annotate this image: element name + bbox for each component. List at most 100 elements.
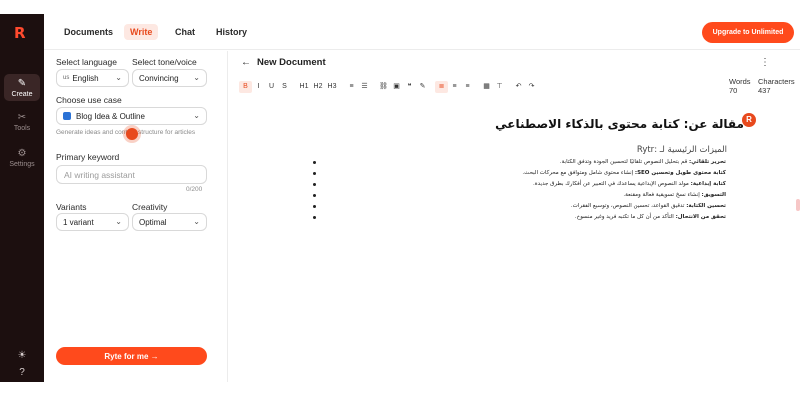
tab-history[interactable]: History bbox=[210, 24, 253, 40]
tone-select[interactable]: Convincing ⌄ bbox=[132, 69, 207, 87]
tab-write[interactable]: Write bbox=[124, 24, 159, 40]
gear-icon: ⚙ bbox=[17, 148, 27, 159]
rytr-avatar: R bbox=[742, 113, 756, 127]
tone-label: Select tone/voice bbox=[132, 57, 197, 67]
list-bullet bbox=[313, 183, 316, 186]
rail-item-tools[interactable]: ✂ Tools bbox=[4, 112, 40, 132]
top-navigation: Documents Write Chat History Upgrade to … bbox=[44, 14, 800, 50]
keyword-input[interactable]: AI writing assistant bbox=[56, 165, 207, 184]
language-value: English bbox=[72, 73, 99, 83]
feature-term: كتابة إبداعية: bbox=[690, 181, 726, 187]
more-options-icon[interactable]: ⋮ bbox=[760, 57, 770, 68]
word-count: Words 70 bbox=[729, 77, 751, 95]
words-label: Words bbox=[729, 77, 751, 86]
chevron-down-icon: ⌄ bbox=[193, 217, 200, 226]
creativity-label: Creativity bbox=[132, 202, 168, 212]
align-left-icon[interactable]: ≣ bbox=[435, 81, 448, 93]
language-select[interactable]: us English ⌄ bbox=[56, 69, 129, 87]
align-center-icon[interactable]: ≡ bbox=[448, 81, 461, 93]
article-heading[interactable]: مقالة عن: كتابة محتوى بالذكاء الاصطناعي bbox=[495, 117, 744, 131]
rytr-logo[interactable]: R bbox=[14, 24, 26, 42]
chevron-down-icon: ⌄ bbox=[115, 217, 122, 226]
list-bullet bbox=[313, 161, 316, 164]
usecase-select[interactable]: Blog Idea & Outline ⌄ bbox=[56, 107, 207, 125]
list-bullet bbox=[313, 172, 316, 175]
characters-value: 437 bbox=[758, 86, 771, 95]
theme-toggle-icon[interactable]: ☀ bbox=[0, 350, 44, 361]
tools-icon: ✂ bbox=[17, 112, 27, 123]
bold-button[interactable]: B bbox=[239, 81, 252, 93]
tab-documents[interactable]: Documents bbox=[58, 24, 119, 40]
redo-icon[interactable]: ↷ bbox=[525, 81, 538, 93]
feature-text: تدقيق القواعد، تحسين النصوص، وتوسيع الفق… bbox=[570, 203, 685, 209]
upgrade-button[interactable]: Upgrade to Unlimited bbox=[702, 22, 794, 43]
feature-term: تحقق من الانتحال: bbox=[675, 214, 726, 220]
pen-icon[interactable]: ✎ bbox=[416, 81, 429, 93]
underline-button[interactable]: U bbox=[265, 81, 278, 93]
heading3-button[interactable]: H3 bbox=[325, 81, 339, 93]
feature-term: كتابة محتوى طويل وتحسين SEO: bbox=[634, 170, 726, 176]
tab-chat[interactable]: Chat bbox=[169, 24, 201, 40]
creativity-value: Optimal bbox=[139, 217, 167, 227]
rail-item-label: Create bbox=[11, 91, 33, 98]
formatting-toolbar: B I U S H1 H2 H3 ≡ ☰ ⛓ ▣ ❝ ✎ ≣ ≡ ≡ ▦ ⊤ ↶… bbox=[239, 81, 538, 93]
clear-format-icon[interactable]: ⊤ bbox=[493, 81, 506, 93]
keyword-label: Primary keyword bbox=[56, 152, 120, 162]
keyword-counter: 0/200 bbox=[186, 186, 203, 193]
usecase-value: Blog Idea & Outline bbox=[76, 111, 145, 121]
magic-wand-icon: ✎ bbox=[17, 78, 27, 89]
chevron-down-icon: ⌄ bbox=[115, 73, 122, 82]
language-label: Select language bbox=[56, 57, 117, 67]
rail-item-settings[interactable]: ⚙ Settings bbox=[4, 148, 40, 168]
creativity-select[interactable]: Optimal ⌄ bbox=[132, 213, 207, 231]
link-icon[interactable]: ⛓ bbox=[377, 81, 390, 93]
document-title[interactable]: New Document bbox=[257, 57, 326, 68]
rail-item-label: Settings bbox=[9, 161, 35, 168]
heading1-button[interactable]: H1 bbox=[297, 81, 311, 93]
list-item[interactable]: التسويق: إنشاء نسخ تسويقية فعالة ومقنعة. bbox=[623, 192, 726, 198]
table-icon[interactable]: ▦ bbox=[480, 81, 493, 93]
image-icon[interactable]: ▣ bbox=[390, 81, 403, 93]
rail-item-create[interactable]: ✎ Create bbox=[4, 74, 40, 101]
features-subheading[interactable]: الميزات الرئيسية لـ :Rytr bbox=[637, 145, 727, 155]
variants-label: Variants bbox=[56, 202, 87, 212]
list-item[interactable]: تحقق من الانتحال: التأكد من أن كل ما تكت… bbox=[575, 214, 726, 220]
variants-select[interactable]: 1 variant ⌄ bbox=[56, 213, 129, 231]
ryte-for-me-button[interactable]: Ryte for me → bbox=[56, 347, 207, 365]
numbered-list-icon[interactable]: ☰ bbox=[358, 81, 371, 93]
bullet-list-icon[interactable]: ≡ bbox=[345, 81, 358, 93]
feature-term: التسويق: bbox=[701, 192, 726, 198]
list-bullet bbox=[313, 216, 316, 219]
list-item[interactable]: كتابة إبداعية: مولد النصوص الإبداعية يسا… bbox=[533, 181, 726, 187]
list-item[interactable]: كتابة محتوى طويل وتحسين SEO: إنشاء محتوى… bbox=[522, 170, 726, 176]
blog-icon bbox=[63, 112, 71, 120]
strikethrough-button[interactable]: S bbox=[278, 81, 291, 93]
usecase-label: Choose use case bbox=[56, 95, 122, 105]
list-item[interactable]: تحرير تلقائي: قم بتحليل النصوص تلقائيًا … bbox=[560, 159, 726, 165]
list-item[interactable]: تحسين الكتابة: تدقيق القواعد، تحسين النص… bbox=[571, 203, 726, 209]
chevron-down-icon: ⌄ bbox=[193, 73, 200, 82]
help-icon[interactable]: ? bbox=[0, 367, 44, 378]
back-arrow-icon[interactable]: ← bbox=[241, 57, 251, 68]
words-value: 70 bbox=[729, 86, 738, 95]
feature-term: تحسين الكتابة: bbox=[686, 203, 726, 209]
feature-text: التأكد من أن كل ما تكتبه فريد وغير منسوخ… bbox=[574, 214, 674, 220]
feature-text: إنشاء محتوى شامل ومتوافق مع محركات البحث… bbox=[522, 170, 634, 176]
align-right-icon[interactable]: ≡ bbox=[461, 81, 474, 93]
character-count: Characters 437 bbox=[758, 77, 795, 95]
chevron-down-icon: ⌄ bbox=[193, 111, 200, 120]
mouse-cursor-indicator bbox=[126, 128, 138, 140]
list-bullet bbox=[313, 194, 316, 197]
undo-icon[interactable]: ↶ bbox=[512, 81, 525, 93]
characters-label: Characters bbox=[758, 77, 795, 86]
document-editor: ← New Document ⋮ Words 70 Characters 437… bbox=[229, 51, 800, 382]
side-panel-handle[interactable] bbox=[796, 199, 800, 211]
italic-button[interactable]: I bbox=[252, 81, 265, 93]
heading2-button[interactable]: H2 bbox=[311, 81, 325, 93]
list-bullet bbox=[313, 205, 316, 208]
flag-icon: us bbox=[63, 75, 70, 81]
variants-value: 1 variant bbox=[63, 217, 94, 227]
quote-icon[interactable]: ❝ bbox=[403, 81, 416, 93]
left-rail: R ✎ Create ✂ Tools ⚙ Settings ☀ ? bbox=[0, 14, 44, 382]
feature-text: قم بتحليل النصوص تلقائيًا لتحسين الجودة … bbox=[559, 159, 688, 165]
